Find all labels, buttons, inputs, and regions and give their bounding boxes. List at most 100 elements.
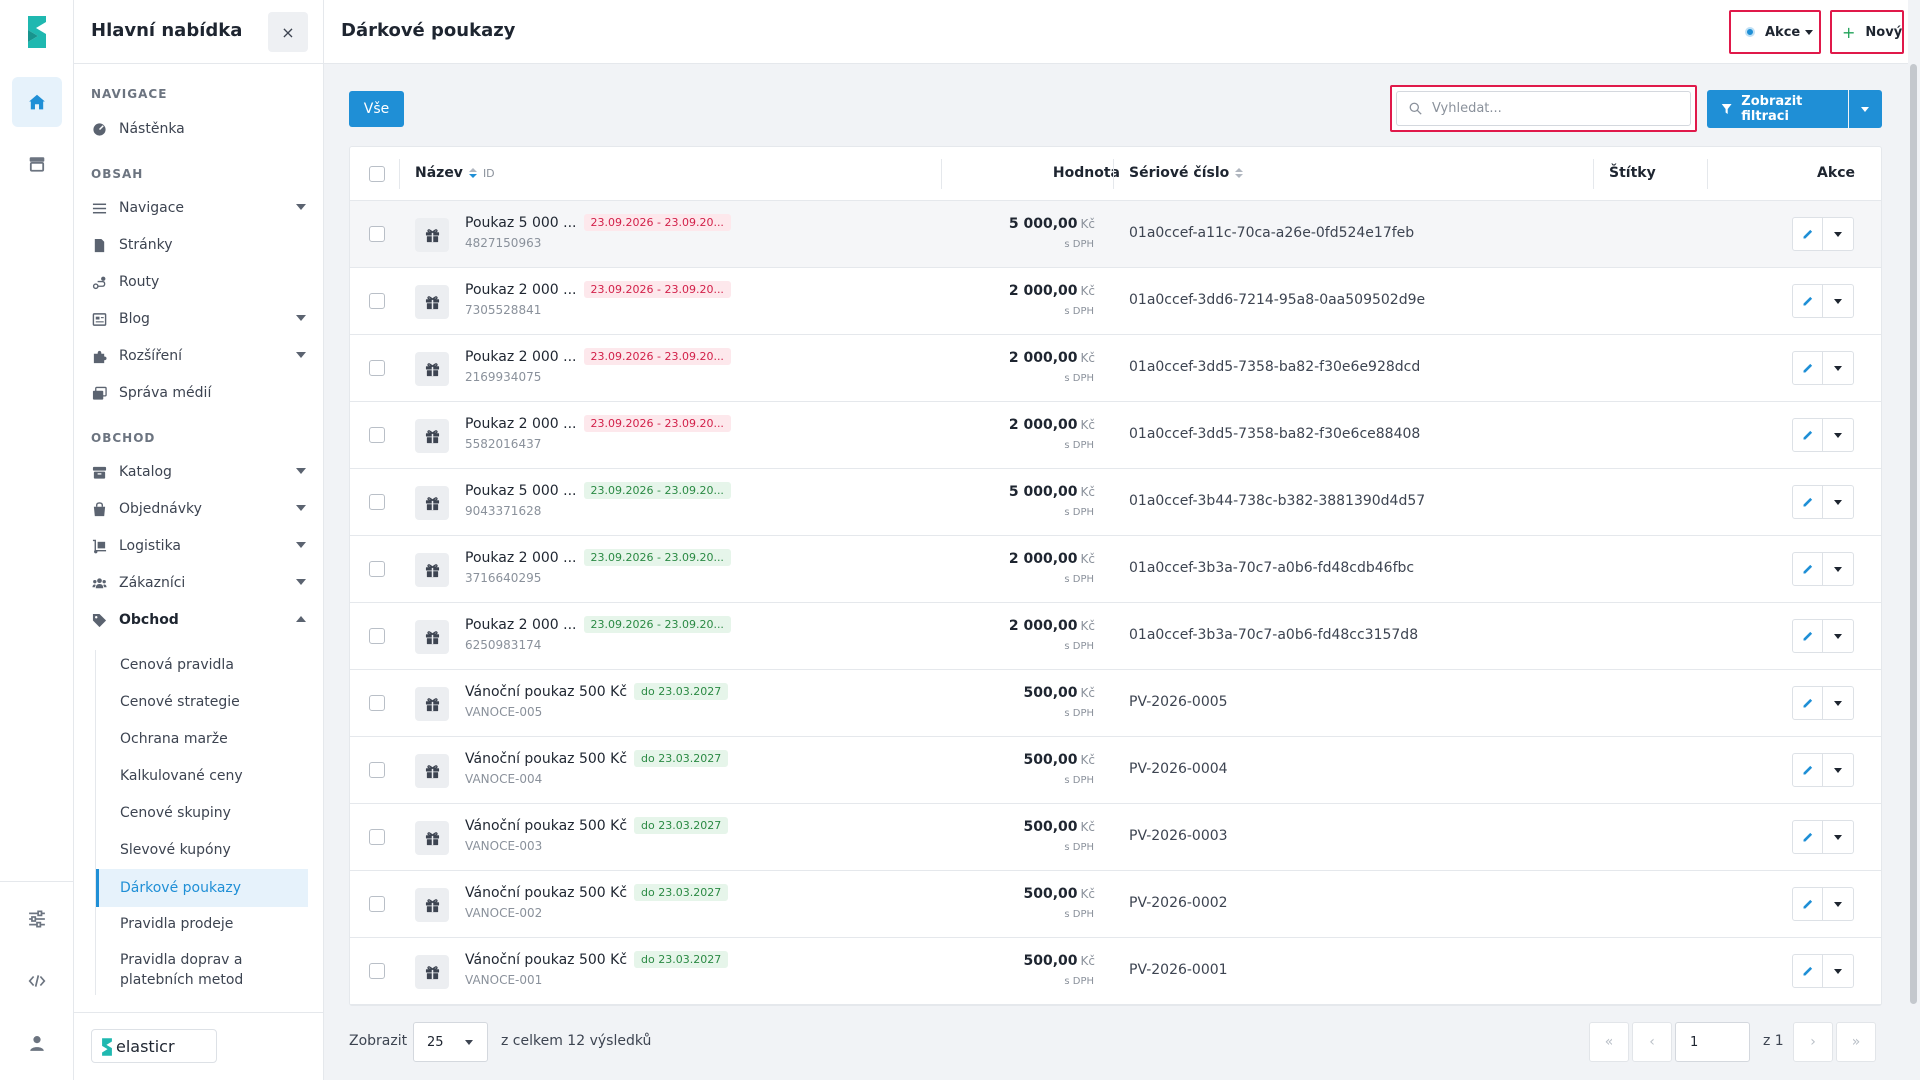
edit-button[interactable]: [1792, 820, 1823, 854]
home-icon[interactable]: [12, 77, 62, 127]
edit-button[interactable]: [1792, 686, 1823, 720]
submenu-item[interactable]: Slevové kupóny: [96, 835, 308, 865]
show-filter-button[interactable]: Zobrazit filtraci: [1707, 90, 1848, 128]
elasticr-logo[interactable]: [26, 14, 48, 50]
column-name-header[interactable]: Název ID: [415, 165, 495, 181]
last-page-button[interactable]: »: [1836, 1022, 1876, 1062]
table-row[interactable]: Poukaz 2 000 ... 23.09.2026 - 23.09.20...…: [350, 536, 1881, 603]
edit-button[interactable]: [1792, 418, 1823, 452]
menu-item-stranky[interactable]: Stránky: [91, 231, 306, 259]
voucher-name[interactable]: Poukaz 2 000 ...: [465, 349, 577, 365]
submenu-item[interactable]: Dárkové poukazy: [96, 869, 308, 907]
submenu-item[interactable]: Cenové strategie: [96, 687, 308, 717]
table-row[interactable]: Vánoční poukaz 500 Kč do 23.03.2027 VANOCE…: [350, 804, 1881, 871]
select-all-checkbox[interactable]: [369, 166, 385, 182]
filter-dropdown-toggle[interactable]: [1849, 90, 1882, 128]
per-page-select[interactable]: 25: [413, 1022, 488, 1062]
row-actions-dropdown[interactable]: [1823, 284, 1854, 318]
voucher-name[interactable]: Poukaz 2 000 ...: [465, 617, 577, 633]
row-checkbox[interactable]: [369, 293, 385, 309]
row-checkbox[interactable]: [369, 829, 385, 845]
row-checkbox[interactable]: [369, 226, 385, 242]
page-scrollbar-thumb[interactable]: [1910, 64, 1917, 1004]
table-row[interactable]: Vánoční poukaz 500 Kč do 23.03.2027 VANOCE…: [350, 737, 1881, 804]
actions-dropdown-button[interactable]: Akce: [1729, 10, 1821, 54]
table-row[interactable]: Vánoční poukaz 500 Kč do 23.03.2027 VANOCE…: [350, 670, 1881, 737]
edit-button[interactable]: [1792, 552, 1823, 586]
edit-button[interactable]: [1792, 619, 1823, 653]
store-icon[interactable]: [12, 139, 62, 189]
row-actions-dropdown[interactable]: [1823, 820, 1854, 854]
row-actions-dropdown[interactable]: [1823, 753, 1854, 787]
row-checkbox[interactable]: [369, 427, 385, 443]
row-actions-dropdown[interactable]: [1823, 686, 1854, 720]
row-actions-dropdown[interactable]: [1823, 552, 1854, 586]
voucher-name[interactable]: Poukaz 2 000 ...: [465, 550, 577, 566]
menu-item-obchod[interactable]: Obchod: [91, 606, 306, 634]
table-row[interactable]: Poukaz 5 000 ... 23.09.2026 - 23.09.20...…: [350, 469, 1881, 536]
submenu-item[interactable]: Pravidla prodeje: [96, 909, 308, 939]
edit-button[interactable]: [1792, 753, 1823, 787]
voucher-name[interactable]: Poukaz 5 000 ...: [465, 483, 577, 499]
voucher-name[interactable]: Vánoční poukaz 500 Kč: [465, 952, 627, 968]
prev-page-button[interactable]: ‹: [1632, 1022, 1672, 1062]
table-row[interactable]: Poukaz 2 000 ... 23.09.2026 - 23.09.20...…: [350, 402, 1881, 469]
edit-button[interactable]: [1792, 485, 1823, 519]
table-row[interactable]: Vánoční poukaz 500 Kč do 23.03.2027 VANOCE…: [350, 938, 1881, 1005]
row-checkbox[interactable]: [369, 628, 385, 644]
row-checkbox[interactable]: [369, 896, 385, 912]
submenu-item[interactable]: Kalkulované ceny: [96, 761, 308, 791]
row-actions-dropdown[interactable]: [1823, 217, 1854, 251]
submenu-item[interactable]: Cenová pravidla: [96, 650, 308, 680]
row-actions-dropdown[interactable]: [1823, 418, 1854, 452]
menu-item-rozsireni[interactable]: Rozšíření: [91, 342, 306, 370]
code-icon[interactable]: [12, 956, 62, 1006]
row-actions-dropdown[interactable]: [1823, 619, 1854, 653]
menu-item-navigace[interactable]: Navigace: [91, 194, 306, 222]
voucher-name[interactable]: Poukaz 2 000 ...: [465, 282, 577, 298]
new-button[interactable]: + Nový: [1830, 10, 1904, 54]
voucher-name[interactable]: Vánoční poukaz 500 Kč: [465, 885, 627, 901]
menu-item-blog[interactable]: Blog: [91, 305, 306, 333]
edit-button[interactable]: [1792, 954, 1823, 988]
voucher-name[interactable]: Vánoční poukaz 500 Kč: [465, 818, 627, 834]
voucher-name[interactable]: Vánoční poukaz 500 Kč: [465, 751, 627, 767]
menu-item-nastenka[interactable]: Nástěnka: [91, 115, 306, 143]
edit-button[interactable]: [1792, 351, 1823, 385]
voucher-name[interactable]: Poukaz 5 000 ...: [465, 215, 577, 231]
row-checkbox[interactable]: [369, 360, 385, 376]
menu-item-objednavky[interactable]: Objednávky: [91, 495, 306, 523]
menu-item-routy[interactable]: Routy: [91, 268, 306, 296]
settings-sliders-icon[interactable]: [12, 894, 62, 944]
filter-all-button[interactable]: Vše: [349, 91, 404, 127]
user-icon[interactable]: [12, 1018, 62, 1068]
row-checkbox[interactable]: [369, 494, 385, 510]
submenu-item[interactable]: Pravidla doprav a platebních metod: [96, 946, 308, 994]
row-checkbox[interactable]: [369, 762, 385, 778]
table-row[interactable]: Poukaz 2 000 ... 23.09.2026 - 23.09.20...…: [350, 335, 1881, 402]
row-actions-dropdown[interactable]: [1823, 485, 1854, 519]
table-row[interactable]: Vánoční poukaz 500 Kč do 23.03.2027 VANOCE…: [350, 871, 1881, 938]
page-number-input[interactable]: 1: [1675, 1022, 1750, 1062]
edit-button[interactable]: [1792, 217, 1823, 251]
edit-button[interactable]: [1792, 284, 1823, 318]
search-input[interactable]: [1432, 101, 1652, 116]
submenu-item[interactable]: Cenové skupiny: [96, 798, 308, 828]
voucher-name[interactable]: Poukaz 2 000 ...: [465, 416, 577, 432]
brand-badge[interactable]: elasticr: [91, 1029, 217, 1063]
row-actions-dropdown[interactable]: [1823, 351, 1854, 385]
menu-item-sprava-medii[interactable]: Správa médií: [91, 379, 306, 407]
menu-item-zakaznici[interactable]: Zákazníci: [91, 569, 306, 597]
column-serial-header[interactable]: Sériové číslo: [1129, 165, 1244, 181]
table-row[interactable]: Poukaz 5 000 ... 23.09.2026 - 23.09.20...…: [350, 201, 1881, 268]
edit-button[interactable]: [1792, 887, 1823, 921]
table-row[interactable]: Poukaz 2 000 ... 23.09.2026 - 23.09.20...…: [350, 603, 1881, 670]
close-menu-button[interactable]: ×: [268, 12, 308, 52]
row-checkbox[interactable]: [369, 695, 385, 711]
menu-item-logistika[interactable]: Logistika: [91, 532, 306, 560]
menu-item-katalog[interactable]: Katalog: [91, 458, 306, 486]
next-page-button[interactable]: ›: [1793, 1022, 1833, 1062]
first-page-button[interactable]: «: [1589, 1022, 1629, 1062]
row-actions-dropdown[interactable]: [1823, 954, 1854, 988]
row-checkbox[interactable]: [369, 963, 385, 979]
